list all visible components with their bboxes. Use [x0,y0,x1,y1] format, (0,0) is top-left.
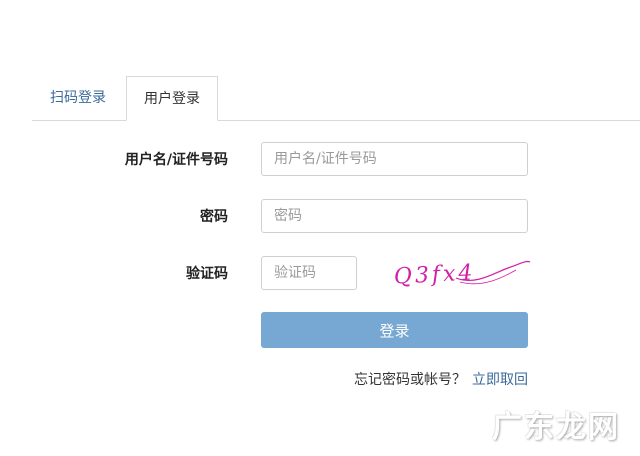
tab-scan-login[interactable]: 扫码登录 [32,76,124,120]
forgot-question-text: 忘记密码或帐号？ [354,372,466,388]
tab-user-login[interactable]: 用户登录 [126,76,218,121]
watermark-logo: 广东龙网 [492,410,620,445]
password-input[interactable] [261,199,528,233]
forgot-account-line: 忘记密码或帐号？ 立即取回 [354,369,528,389]
captcha-text: Q3fx4 [393,260,476,289]
captcha-image[interactable]: Q3fx4 [386,252,532,294]
captcha-label: 验证码 [186,266,228,282]
captcha-svg: Q3fx4 [393,260,531,290]
username-input[interactable] [261,142,528,176]
password-label: 密码 [200,209,228,225]
captcha-input[interactable] [261,256,357,290]
login-button[interactable]: 登录 [261,312,528,348]
username-label: 用户名/证件号码 [124,152,228,168]
login-tabs: 扫码登录 用户登录 [32,76,640,121]
recover-now-link[interactable]: 立即取回 [472,372,528,388]
